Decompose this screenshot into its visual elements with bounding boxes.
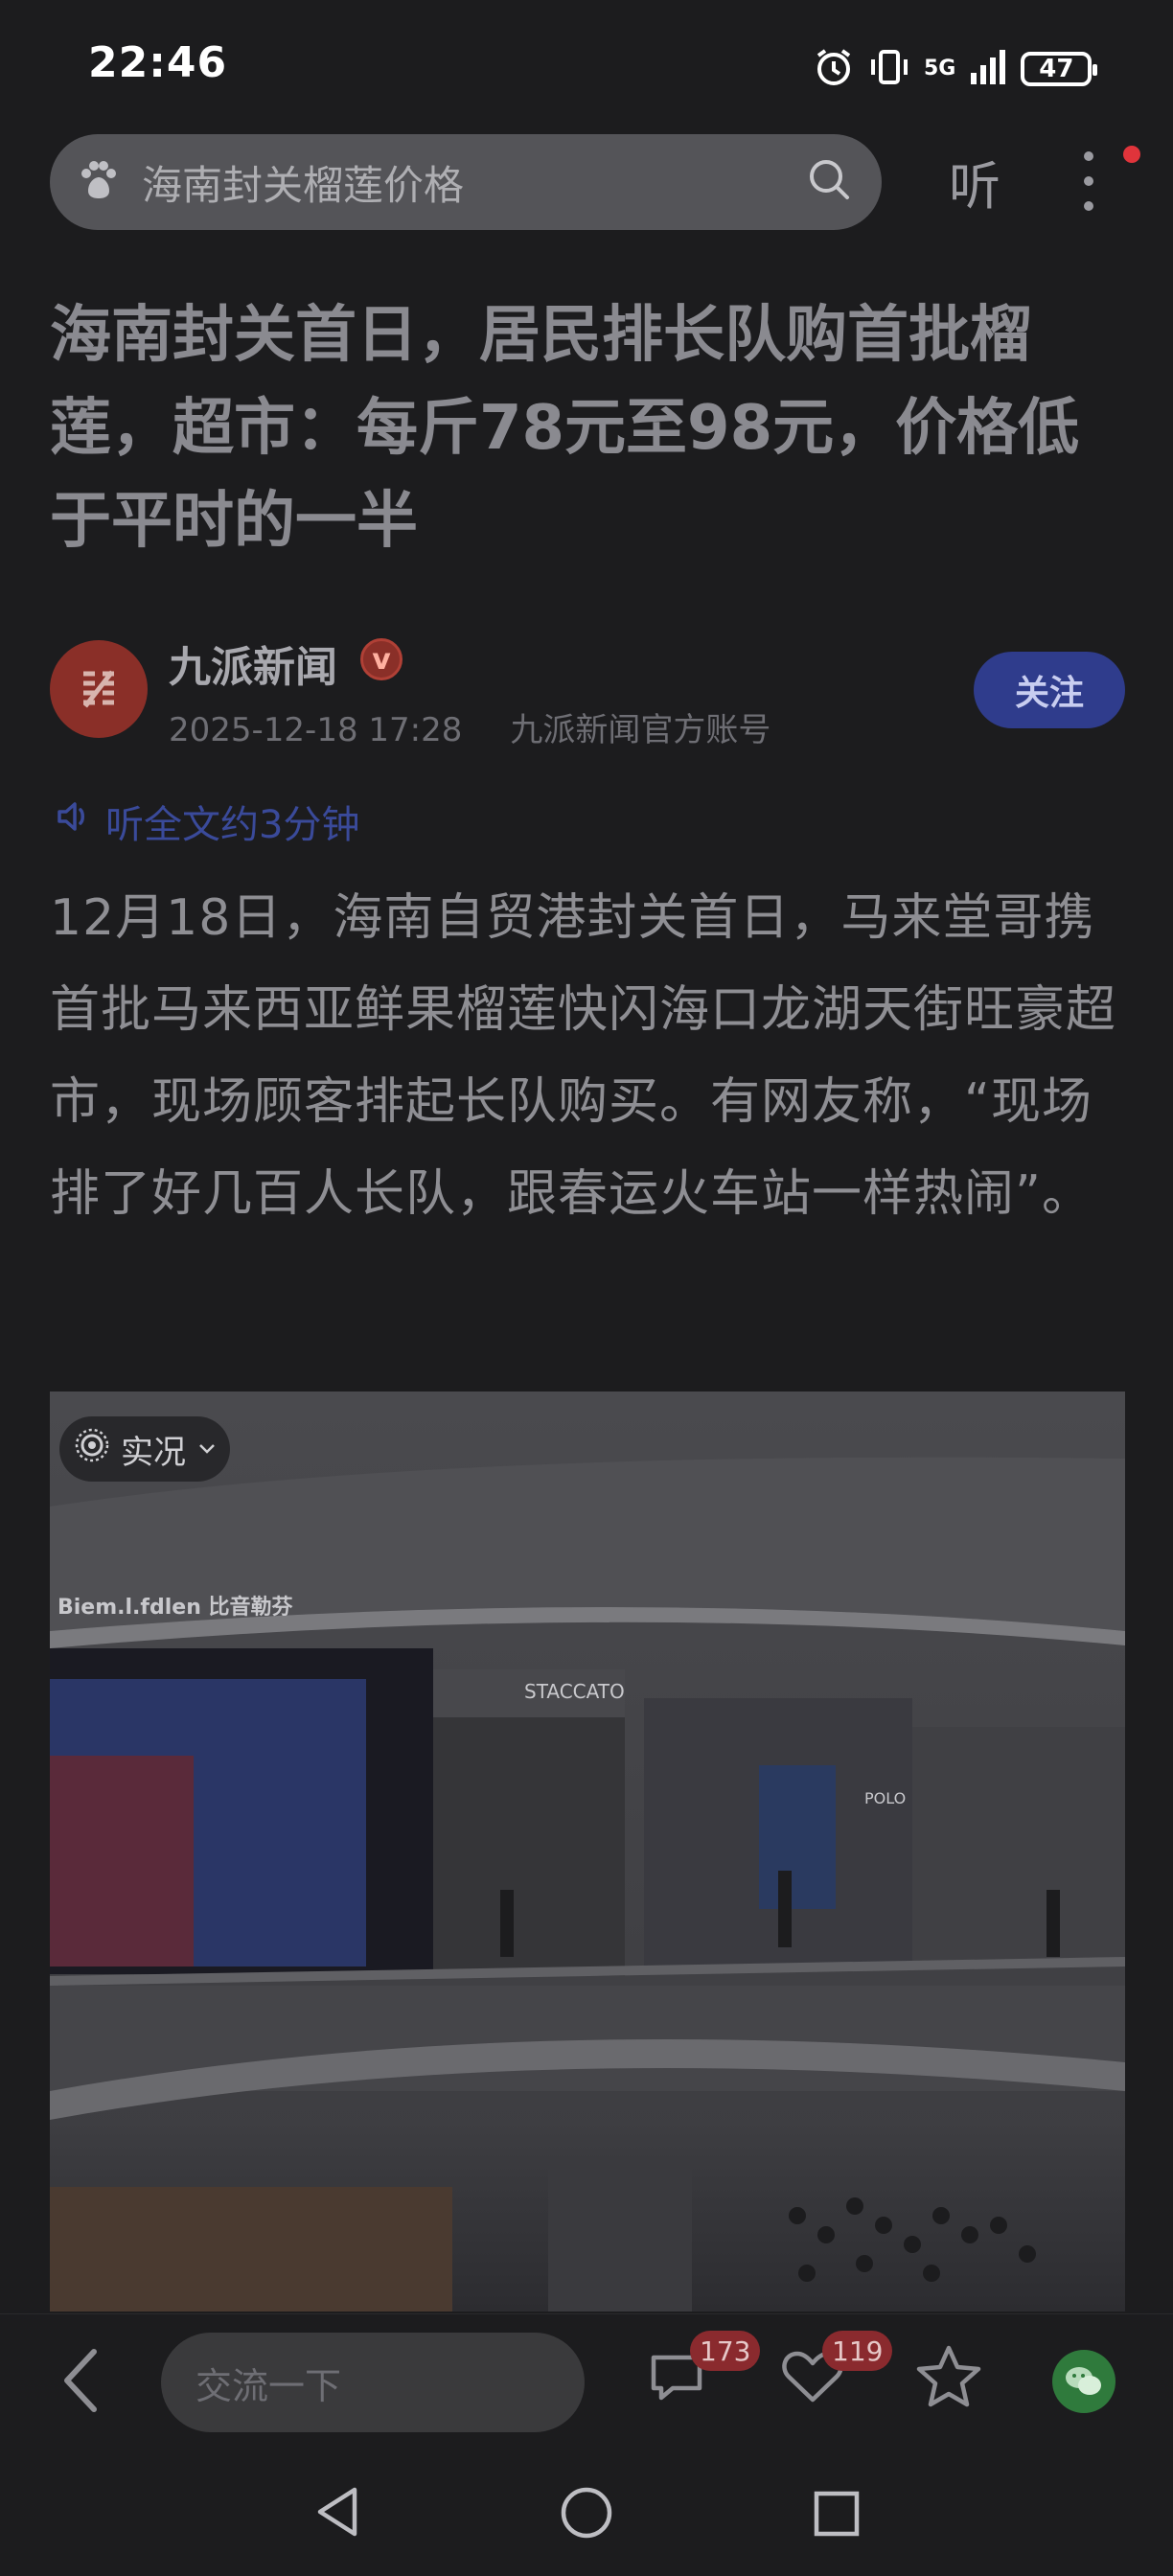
article-body: 12月18日，海南自贸港封关首日，马来堂哥携首批马来西亚鲜果榴莲快闪海口龙湖天街… xyxy=(50,889,1117,1223)
store-sign-bieml: Biem.l.fdlen 比音勒芬 xyxy=(58,1595,294,1620)
publish-time: 2025-12-18 17:28 xyxy=(169,711,463,749)
live-label: 实况 xyxy=(121,1433,186,1472)
account-desc: 九派新闻官方账号 xyxy=(510,711,771,749)
favorite-button[interactable] xyxy=(916,2344,981,2411)
store-sign-staccato: STACCATO xyxy=(524,1680,625,1703)
signal-icon xyxy=(969,48,1007,90)
nav-recents-icon[interactable] xyxy=(813,2490,861,2542)
follow-button[interactable]: 关注 xyxy=(974,652,1125,728)
paw-icon xyxy=(77,158,121,206)
status-icons: 5G 47 xyxy=(813,44,1098,94)
search-icon[interactable] xyxy=(805,155,855,209)
listen-button[interactable]: 听 xyxy=(949,144,1000,219)
speaker-icon xyxy=(54,797,92,845)
wechat-share-icon[interactable] xyxy=(1052,2350,1116,2413)
verified-icon: v xyxy=(360,638,402,680)
listen-text: 听全文约3分钟 xyxy=(105,803,360,847)
nav-back-icon[interactable] xyxy=(312,2484,362,2543)
more-vertical-icon[interactable] xyxy=(1083,151,1094,211)
listen-full-text[interactable]: 听全文约3分钟 xyxy=(54,794,359,849)
5g-icon: 5G xyxy=(924,57,956,80)
avatar[interactable] xyxy=(50,640,148,738)
status-time: 22:46 xyxy=(88,38,228,87)
notification-dot xyxy=(1123,146,1140,163)
search-bar[interactable]: 海南封关榴莲价格 xyxy=(50,134,882,230)
article-headline: 海南封关首日，居民排长队购首批榴莲，超市：每斤78元至98元，价格低于平时的一半 xyxy=(50,300,1080,557)
like-count-badge: 119 xyxy=(822,2331,893,2371)
store-sign-polo: POLO xyxy=(864,1789,906,1807)
vibrate-icon xyxy=(868,46,910,92)
live-icon xyxy=(73,1426,111,1473)
search-query[interactable]: 海南封关榴莲价格 xyxy=(142,153,805,212)
live-photo-badge[interactable]: 实况 xyxy=(59,1416,230,1482)
star-icon xyxy=(916,2345,981,2407)
article-photo[interactable]: Biem.l.fdlen 比音勒芬 STACCATO POLO xyxy=(50,1392,1125,2312)
battery-icon: 47 xyxy=(1021,52,1098,86)
comment-count-badge: 173 xyxy=(690,2331,761,2371)
back-arrow-icon[interactable] xyxy=(59,2344,102,2421)
nav-home-icon[interactable] xyxy=(560,2486,613,2543)
battery-level: 47 xyxy=(1039,55,1074,83)
alarm-icon xyxy=(813,46,855,92)
article-meta: 2025-12-18 17:28 九派新闻官方账号 xyxy=(169,703,770,750)
author-name[interactable]: 九派新闻 xyxy=(169,632,337,694)
comment-input[interactable]: 交流一下 xyxy=(161,2333,585,2432)
chevron-down-icon xyxy=(196,1430,218,1468)
